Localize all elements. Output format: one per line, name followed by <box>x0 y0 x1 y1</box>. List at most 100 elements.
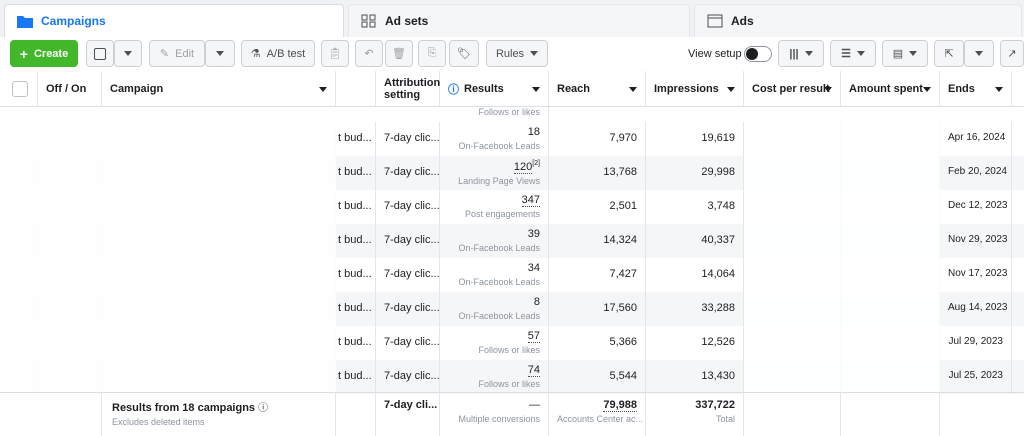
select-all-checkbox[interactable] <box>12 80 28 97</box>
header-results[interactable]: ⓘ Results <box>440 71 549 107</box>
header-off-on-label: Off / On <box>46 82 87 95</box>
tab-campaigns[interactable]: Campaigns <box>4 4 344 37</box>
edit-button[interactable]: ✎ Edit <box>149 40 205 67</box>
info-icon[interactable]: ⓘ <box>258 403 268 414</box>
create-button[interactable]: + Create <box>10 40 78 67</box>
chevron-down-icon <box>975 51 983 56</box>
result-type: Follows or likes <box>478 107 540 117</box>
budget-cell: t bud... <box>336 190 376 224</box>
tag-button[interactable]: 🏷︎ <box>449 40 479 67</box>
attribution-cell: 7-day clic... <box>376 224 440 258</box>
ends-cell: Apr 16, 2024 <box>940 122 1012 156</box>
tab-ad-sets[interactable]: Ad sets <box>348 4 690 37</box>
header-attribution[interactable]: Attribution setting <box>376 71 440 107</box>
export-button[interactable]: ⇱ <box>934 40 964 67</box>
budget-text: t bud... <box>338 132 372 144</box>
preview-button[interactable]: ⎘ <box>418 40 446 67</box>
breakdown-icon: ☰ <box>841 48 851 60</box>
overflow-cell <box>1012 292 1024 326</box>
chevron-down-icon <box>629 87 637 92</box>
ab-test-label: A/B test <box>266 47 306 60</box>
chevron-down-icon <box>532 87 540 92</box>
columns-button[interactable]: ||| <box>778 40 824 67</box>
result-value[interactable]: 34 <box>528 262 540 274</box>
reach-cell: 5,544 <box>549 360 646 394</box>
reach-cell: 17,560 <box>549 292 646 326</box>
duplicate-dropdown-button[interactable] <box>114 40 142 67</box>
result-value[interactable]: 74 <box>527 364 540 377</box>
impressions-value: 12,526 <box>701 336 735 348</box>
results-cell: 34 On-Facebook Leads <box>440 258 549 292</box>
overflow-cell <box>1012 190 1024 224</box>
result-value[interactable]: 347 <box>521 194 540 207</box>
result-value[interactable]: 18 <box>528 126 540 138</box>
ends-value: Jul 29, 2023 <box>948 336 1004 347</box>
results-cell: 8 On-Facebook Leads <box>440 292 549 326</box>
header-amount-spent[interactable]: Amount spent <box>841 71 940 107</box>
attribution-text: 7-day clic... <box>384 166 440 178</box>
result-value[interactable]: 120 <box>513 160 533 174</box>
chart-icon: ↗ <box>1007 48 1017 60</box>
impressions-value: 40,337 <box>701 234 735 246</box>
impressions-value: 19,619 <box>701 132 735 144</box>
budget-text: t bud... <box>338 370 372 382</box>
toolbar: + Create ✎ Edit ⚗ A/B test 📋︎ ↶ 🗑︎ ⎘ 🏷︎ … <box>0 37 1024 71</box>
export-dropdown-button[interactable] <box>964 40 994 67</box>
budget-text: t bud... <box>338 234 372 246</box>
header-results-label: Results <box>464 82 504 95</box>
results-cell: 347 Post engagements <box>440 190 549 224</box>
ends-value: Nov 29, 2023 <box>948 234 1008 245</box>
clipboard-button[interactable]: 📋︎ <box>321 40 349 67</box>
duplicate-button[interactable] <box>86 40 114 67</box>
header-ends-label: Ends <box>948 82 975 95</box>
summary-subtitle: Excludes deleted items <box>112 417 205 427</box>
rules-button[interactable]: Rules <box>486 40 548 67</box>
header-attribution-label: Attribution setting <box>384 76 441 101</box>
edit-label: Edit <box>175 47 195 60</box>
ends-cell: Aug 14, 2023 <box>940 292 1012 326</box>
result-value[interactable]: 39 <box>528 228 540 240</box>
result-value[interactable]: 57 <box>527 330 540 343</box>
undo-button[interactable]: ↶ <box>355 40 383 67</box>
view-setup-toggle[interactable] <box>744 46 772 62</box>
result-type: On-Facebook Leads <box>458 243 540 253</box>
breakdown-button[interactable]: ☰ <box>830 40 876 67</box>
reach-value: 2,501 <box>609 200 637 212</box>
delete-button[interactable]: 🗑︎ <box>385 40 413 67</box>
overflow-cell <box>1012 360 1024 394</box>
attribution-text: 7-day clic... <box>384 234 440 246</box>
summary-row: Results from 18 campaigns ⓘ Excludes del… <box>0 392 1024 436</box>
chart-button[interactable]: ↗ <box>1000 40 1024 67</box>
header-reach[interactable]: Reach <box>549 71 646 107</box>
results-cell: 74 Follows or likes <box>440 360 549 394</box>
chevron-down-icon <box>727 87 735 92</box>
info-icon: ⓘ <box>448 83 459 96</box>
ad-frame-icon <box>707 14 723 28</box>
header-cost-per-result[interactable]: Cost per result <box>744 71 841 107</box>
header-overflow <box>1012 71 1024 107</box>
ab-test-button[interactable]: ⚗ A/B test <box>241 40 315 67</box>
reports-button[interactable]: ▤ <box>882 40 928 67</box>
header-impressions[interactable]: Impressions <box>646 71 744 107</box>
attribution-cell: 7-day clic... <box>376 156 440 190</box>
ends-cell: Nov 17, 2023 <box>940 258 1012 292</box>
overflow-cell <box>1012 156 1024 190</box>
header-campaign[interactable]: Campaign <box>102 71 336 107</box>
edit-dropdown-button[interactable] <box>205 40 235 67</box>
header-off-on[interactable]: Off / On <box>38 71 102 107</box>
reach-cell: 13,768 <box>549 156 646 190</box>
reach-cell: 2,501 <box>549 190 646 224</box>
reach-value: 14,324 <box>603 234 637 246</box>
summary-reach: 79,988 <box>603 399 637 412</box>
header-ends[interactable]: Ends <box>940 71 1012 107</box>
ends-value: Apr 16, 2024 <box>948 132 1006 143</box>
tab-ads[interactable]: Ads <box>694 4 1022 37</box>
summary-results-cell: — Multiple conversions <box>440 392 549 436</box>
blurred-spend-overlay <box>744 122 940 412</box>
result-value[interactable]: 8 <box>534 296 540 308</box>
results-cell: 57 Follows or likes <box>440 326 549 360</box>
plus-icon: + <box>19 45 28 62</box>
summary-impressions-sub: Total <box>715 414 735 424</box>
summary-results: — <box>529 399 540 411</box>
table-row: Follows or likes <box>0 107 1024 122</box>
